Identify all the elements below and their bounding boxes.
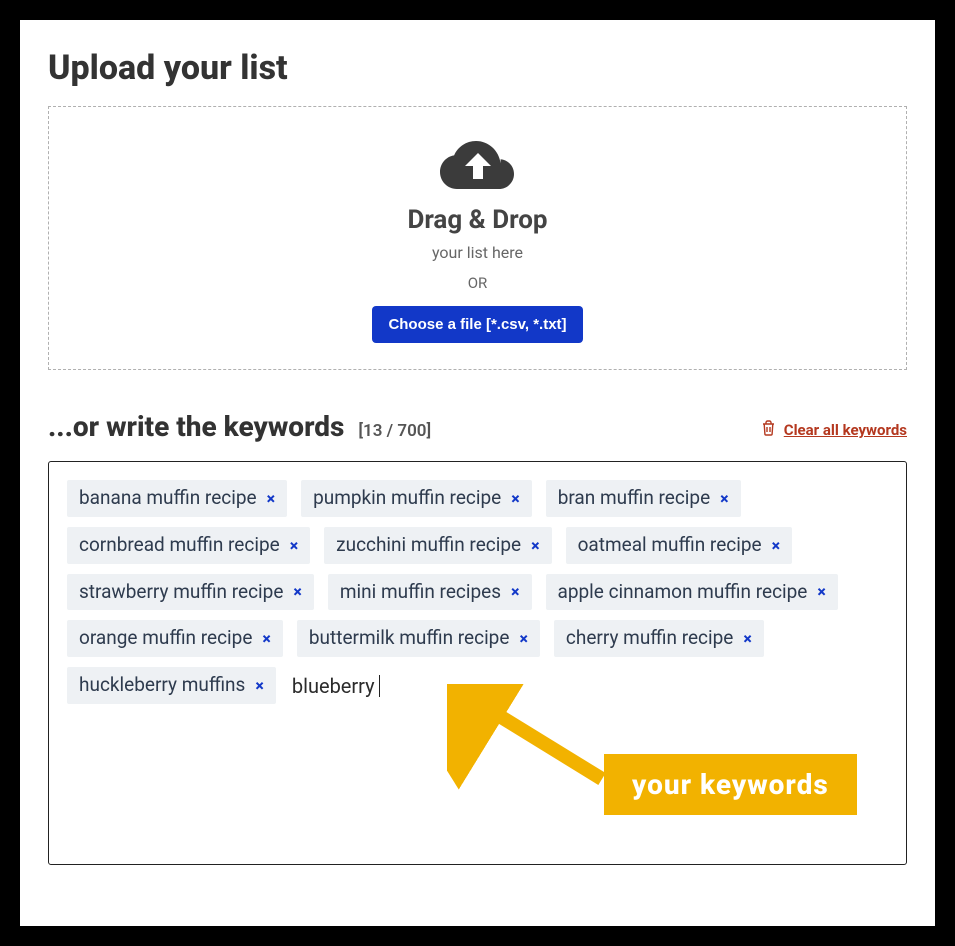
trash-icon — [761, 420, 776, 440]
keyword-counter: [13 / 700] — [358, 421, 431, 441]
text-caret — [379, 675, 380, 697]
keyword-tag: buttermilk muffin recipe × — [297, 620, 540, 657]
remove-tag-icon[interactable]: × — [741, 629, 753, 648]
keyword-tag: strawberry muffin recipe × — [67, 574, 314, 611]
write-keywords-title: ...or write the keywords — [48, 410, 344, 443]
keywords-input-box[interactable]: banana muffin recipe×pumpkin muffin reci… — [48, 461, 907, 865]
clear-all-label: Clear all keywords — [784, 421, 907, 439]
drag-drop-title: Drag & Drop — [407, 205, 547, 235]
drag-drop-or: OR — [468, 274, 488, 292]
remove-tag-icon[interactable]: × — [253, 676, 265, 695]
keyword-typing-input[interactable]: blueberry — [290, 668, 382, 704]
keyword-tag-label: cornbread muffin recipe — [79, 534, 280, 557]
keyword-tag-label: huckleberry muffins — [79, 674, 245, 697]
remove-tag-icon[interactable]: × — [291, 582, 303, 601]
keyword-tag: bran muffin recipe × — [546, 480, 741, 517]
remove-tag-icon[interactable]: × — [265, 489, 277, 508]
keyword-tag: zucchini muffin recipe × — [324, 527, 551, 564]
keyword-tag-label: strawberry muffin recipe — [79, 581, 283, 604]
keyword-tag: cherry muffin recipe × — [554, 620, 764, 657]
keyword-tag-label: mini muffin recipes — [340, 581, 501, 604]
remove-tag-icon[interactable]: × — [260, 629, 272, 648]
keyword-tag-label: cherry muffin recipe — [566, 627, 733, 650]
panel: Upload your list Drag & Drop your list h… — [20, 20, 935, 926]
keyword-tag-label: banana muffin recipe — [79, 487, 257, 510]
keyword-tags-container: banana muffin recipe×pumpkin muffin reci… — [67, 480, 888, 704]
remove-tag-icon[interactable]: × — [529, 536, 541, 555]
annotation-callout: your keywords — [604, 754, 857, 815]
keyword-tag-label: orange muffin recipe — [79, 627, 252, 650]
remove-tag-icon[interactable]: × — [770, 536, 782, 555]
choose-file-button[interactable]: Choose a file [*.csv, *.txt] — [372, 306, 582, 343]
cloud-upload-icon — [440, 141, 516, 195]
keyword-tag: pumpkin muffin recipe × — [301, 480, 532, 517]
file-dropzone[interactable]: Drag & Drop your list here OR Choose a f… — [48, 106, 907, 370]
keyword-tag-label: zucchini muffin recipe — [336, 534, 521, 557]
write-header-row: ...or write the keywords [13 / 700] Clea… — [48, 410, 907, 443]
keyword-tag: oatmeal muffin recipe × — [566, 527, 792, 564]
remove-tag-icon[interactable]: × — [509, 582, 521, 601]
keyword-tag: mini muffin recipes × — [328, 574, 532, 611]
remove-tag-icon[interactable]: × — [288, 536, 300, 555]
keyword-tag: banana muffin recipe × — [67, 480, 287, 517]
keyword-tag: orange muffin recipe × — [67, 620, 283, 657]
remove-tag-icon[interactable]: × — [718, 489, 730, 508]
keyword-tag-label: oatmeal muffin recipe — [578, 534, 762, 557]
keyword-tag: cornbread muffin recipe × — [67, 527, 310, 564]
upload-title: Upload your list — [48, 48, 907, 88]
drag-drop-subtitle: your list here — [432, 243, 523, 262]
remove-tag-icon[interactable]: × — [509, 489, 521, 508]
keyword-tag-label: buttermilk muffin recipe — [309, 627, 510, 650]
keyword-tag-label: bran muffin recipe — [558, 487, 710, 510]
keyword-tag-label: pumpkin muffin recipe — [313, 487, 501, 510]
clear-all-keywords-link[interactable]: Clear all keywords — [761, 420, 907, 440]
keyword-tag-label: apple cinnamon muffin recipe — [558, 581, 808, 604]
keyword-tag: apple cinnamon muffin recipe × — [546, 574, 838, 611]
remove-tag-icon[interactable]: × — [517, 629, 529, 648]
remove-tag-icon[interactable]: × — [815, 582, 827, 601]
keyword-tag: huckleberry muffins × — [67, 667, 276, 704]
